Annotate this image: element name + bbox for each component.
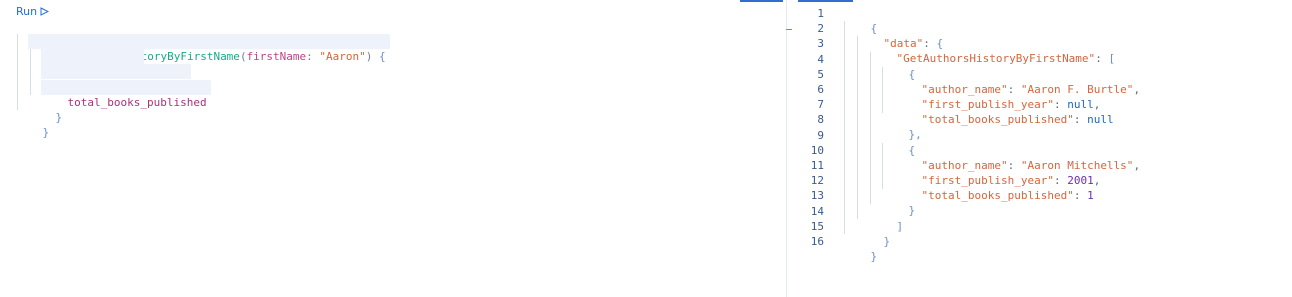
argument-name: firstName bbox=[246, 50, 307, 63]
json-line: "GetAuthorsHistoryByFirstName": [ bbox=[896, 52, 1116, 65]
tab-indicator bbox=[740, 0, 783, 2]
line-number: 1 bbox=[817, 7, 824, 20]
query-operation-line: GetAuthorsHistoryByFirstName(firstName: … bbox=[28, 34, 390, 63]
json-line: "total_books_published": 1 bbox=[921, 189, 1094, 202]
line-number: 14 bbox=[810, 205, 824, 218]
result-viewer[interactable]: 1 2 3 4 5 6 7 8 9 10 11 12 13 14 15 16 {… bbox=[792, 0, 1292, 297]
argument-value: "Aaron" bbox=[319, 50, 366, 63]
line-number: 16 bbox=[810, 235, 824, 248]
json-line: ] bbox=[896, 220, 904, 233]
json-line: "data": { bbox=[883, 37, 944, 50]
json-line: "total_books_published": null bbox=[921, 113, 1114, 126]
json-line: } bbox=[883, 235, 891, 248]
json-line: "first_publish_year": null, bbox=[921, 98, 1101, 111]
line-number: 6 bbox=[817, 83, 824, 96]
play-icon bbox=[40, 7, 50, 16]
line-number: 5 bbox=[817, 68, 824, 81]
line-number: 10 bbox=[810, 144, 824, 157]
json-line: "author_name": "Aaron Mitchells", bbox=[921, 159, 1141, 172]
line-number: 7 bbox=[817, 98, 824, 111]
json-line: "first_publish_year": 2001, bbox=[921, 174, 1101, 187]
json-line: { bbox=[870, 22, 878, 35]
query-line-1: { bbox=[16, 19, 50, 48]
query-field: first_publish_year bbox=[41, 64, 191, 93]
run-label: Run bbox=[16, 5, 38, 18]
line-number: 8 bbox=[817, 113, 824, 126]
line-number: 4 bbox=[817, 53, 824, 66]
query-editor[interactable]: Run { GetAuthorsHistoryByFirstName(first… bbox=[0, 0, 786, 297]
line-number: 11 bbox=[810, 159, 824, 172]
json-line: } bbox=[908, 204, 916, 217]
query-field: total_books_published bbox=[41, 80, 211, 109]
pane-resize-handle[interactable] bbox=[786, 0, 787, 297]
line-number: 9 bbox=[817, 129, 824, 142]
query-selection-close: } bbox=[55, 111, 63, 124]
query-field: author_name bbox=[41, 49, 145, 78]
indent-guide bbox=[844, 21, 845, 234]
line-number: 2 bbox=[817, 22, 824, 35]
json-line: { bbox=[908, 68, 916, 81]
json-line: { bbox=[908, 144, 916, 157]
json-line: }, bbox=[908, 128, 922, 141]
line-number: 15 bbox=[810, 220, 824, 233]
run-button[interactable]: Run bbox=[16, 4, 50, 19]
query-close: } bbox=[42, 126, 50, 139]
line-number: 13 bbox=[810, 189, 824, 202]
json-line: "author_name": "Aaron F. Burtle", bbox=[921, 83, 1141, 96]
line-number: 12 bbox=[810, 174, 824, 187]
json-line: } bbox=[870, 250, 878, 263]
line-number: 3 bbox=[817, 37, 824, 50]
